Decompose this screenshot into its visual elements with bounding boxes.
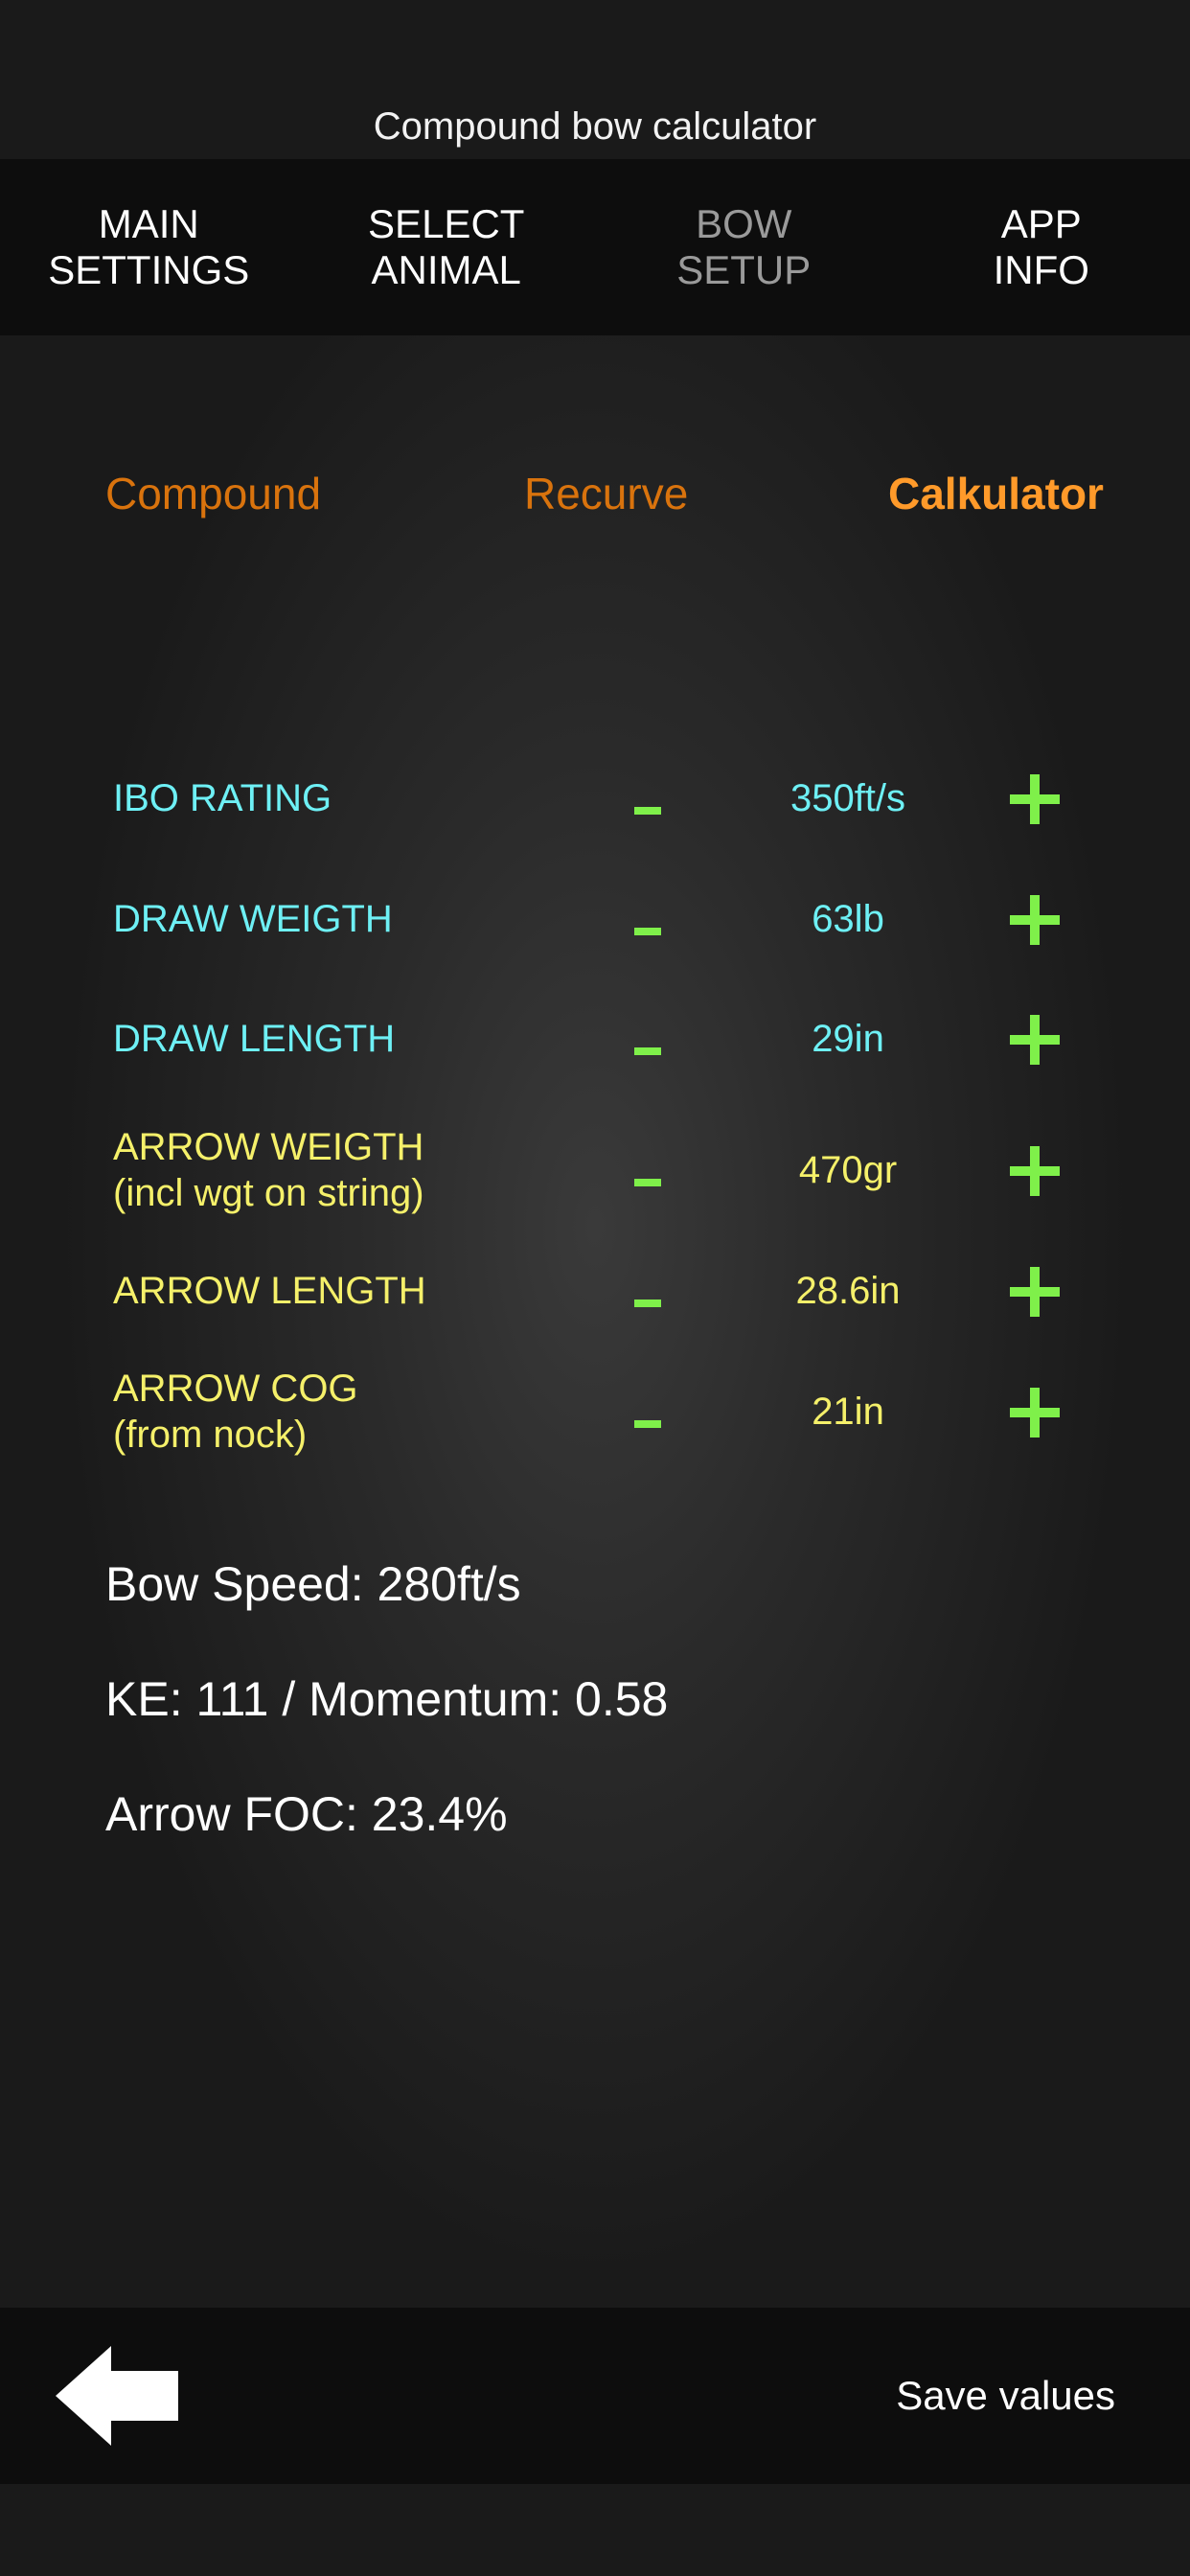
minus-icon — [634, 1420, 661, 1428]
minus-icon — [634, 807, 661, 815]
row-label: DRAW LENGTH — [113, 986, 395, 1092]
tab-calculator[interactable]: Calkulator — [888, 468, 1104, 519]
arrow-length-label: ARROW LENGTH — [113, 1270, 426, 1312]
minus-icon — [634, 1047, 661, 1055]
tab-bow-setup-label: BOW SETUP — [676, 201, 812, 292]
arrow-cog-sublabel: (from nock) — [113, 1414, 308, 1456]
arrow-length-increase-button[interactable] — [1000, 1257, 1069, 1326]
arrow-weight-label: ARROW WEIGTH — [113, 1126, 424, 1168]
draw-length-decrease-button[interactable] — [613, 1005, 680, 1072]
tab-main-settings-label: MAIN SETTINGS — [48, 201, 250, 292]
row-label: ARROW COG (from nock) — [113, 1359, 358, 1464]
app-title: Compound bow calculator — [373, 105, 817, 148]
tab-select-animal[interactable]: SELECT ANIMAL — [298, 159, 596, 335]
tab-bow-setup[interactable]: BOW SETUP — [595, 159, 893, 335]
arrow-length-value: 28.6in — [795, 1269, 901, 1312]
draw-weight-decrease-button[interactable] — [613, 886, 680, 953]
save-values-button[interactable]: Save values — [896, 2308, 1115, 2484]
draw-weight-label: DRAW WEIGTH — [113, 898, 393, 940]
input-row-arrow-weight: ARROW WEIGTH (incl wgt on string) 470gr — [0, 1117, 1190, 1223]
row-label: ARROW WEIGTH (incl wgt on string) — [113, 1117, 424, 1223]
bottom-toolbar: Save values — [0, 2308, 1190, 2484]
arrow-length-decrease-button[interactable] — [613, 1257, 680, 1324]
arrow-left-icon — [56, 2346, 178, 2446]
arrow-cog-decrease-button[interactable] — [613, 1378, 680, 1445]
input-row-arrow-length: ARROW LENGTH 28.6in — [0, 1238, 1190, 1344]
tab-compound[interactable]: Compound — [105, 468, 321, 519]
ibo-rating-value: 350ft/s — [790, 776, 906, 819]
arrow-cog-label: ARROW COG — [113, 1368, 358, 1410]
arrow-weight-increase-button[interactable] — [1000, 1137, 1069, 1206]
input-row-arrow-cog: ARROW COG (from nock) 21in — [0, 1359, 1190, 1464]
arrow-weight-value: 470gr — [798, 1148, 898, 1191]
row-label: IBO RATING — [113, 746, 332, 851]
back-button[interactable] — [52, 2342, 182, 2450]
ke-momentum-result: KE: 111 / Momentum: 0.58 — [105, 1672, 669, 1726]
row-label: ARROW LENGTH — [113, 1238, 426, 1344]
draw-length-label: DRAW LENGTH — [113, 1018, 396, 1060]
bow-speed-result: Bow Speed: 280ft/s — [105, 1557, 521, 1611]
draw-length-increase-button[interactable] — [1000, 1005, 1069, 1074]
input-row-draw-weight: DRAW WEIGTH 63lb — [0, 866, 1190, 972]
input-row-draw-length: DRAW LENGTH 29in — [0, 986, 1190, 1092]
arrow-weight-decrease-button[interactable] — [613, 1137, 680, 1204]
arrow-weight-sublabel: (incl wgt on string) — [113, 1172, 424, 1214]
draw-weight-increase-button[interactable] — [1000, 886, 1069, 954]
input-row-ibo-rating: IBO RATING 350ft/s — [0, 746, 1190, 851]
bow-type-tabs: Compound Recurve Calkulator — [0, 468, 1190, 529]
tab-recurve[interactable]: Recurve — [524, 468, 688, 519]
draw-weight-value: 63lb — [812, 897, 884, 940]
arrow-cog-value: 21in — [812, 1390, 884, 1433]
arrow-foc-result: Arrow FOC: 23.4% — [105, 1787, 508, 1841]
tab-select-animal-label: SELECT ANIMAL — [368, 201, 525, 292]
tab-app-info-label: APP INFO — [993, 201, 1089, 292]
tab-app-info[interactable]: APP INFO — [893, 159, 1190, 335]
minus-icon — [634, 928, 661, 935]
ibo-rating-label: IBO RATING — [113, 777, 332, 819]
arrow-cog-increase-button[interactable] — [1000, 1378, 1069, 1447]
ibo-rating-increase-button[interactable] — [1000, 765, 1069, 834]
row-label: DRAW WEIGTH — [113, 866, 393, 972]
top-navigation: MAIN SETTINGS SELECT ANIMAL BOW SETUP AP… — [0, 159, 1190, 335]
ibo-rating-decrease-button[interactable] — [613, 765, 680, 832]
minus-icon — [634, 1300, 661, 1307]
tab-main-settings[interactable]: MAIN SETTINGS — [0, 159, 298, 335]
draw-length-value: 29in — [812, 1017, 884, 1060]
minus-icon — [634, 1179, 661, 1186]
